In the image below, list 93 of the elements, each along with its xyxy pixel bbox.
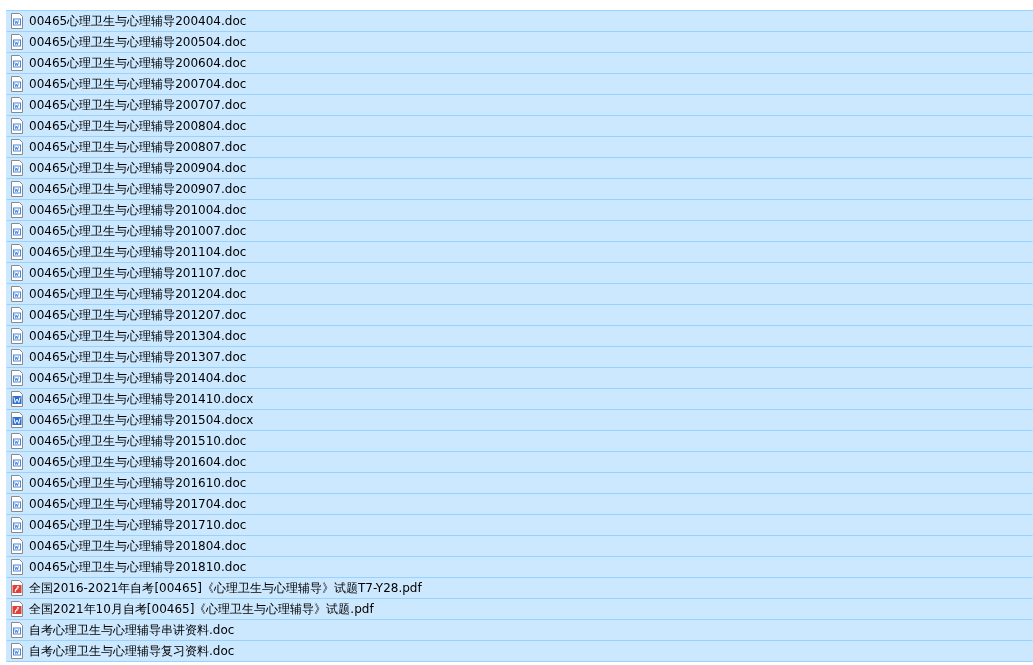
document-icon <box>11 286 23 302</box>
file-row[interactable]: 自考心理卫生与心理辅导串讲资料.doc <box>6 620 1033 641</box>
document-icon <box>11 370 23 386</box>
document-icon <box>11 265 23 281</box>
file-row[interactable]: 00465心理卫生与心理辅导201604.doc <box>6 452 1033 473</box>
document-icon <box>11 307 23 323</box>
file-name: 00465心理卫生与心理辅导201104.doc <box>29 243 247 261</box>
file-name: 00465心理卫生与心理辅导201304.doc <box>29 327 247 345</box>
file-row[interactable]: 00465心理卫生与心理辅导200504.doc <box>6 32 1033 53</box>
file-row[interactable]: 00465心理卫生与心理辅导200904.doc <box>6 158 1033 179</box>
file-row[interactable]: 00465心理卫生与心理辅导200807.doc <box>6 137 1033 158</box>
file-name: 00465心理卫生与心理辅导200604.doc <box>29 54 247 72</box>
file-row[interactable]: 00465心理卫生与心理辅导200907.doc <box>6 179 1033 200</box>
file-name: 00465心理卫生与心理辅导201504.docx <box>29 411 254 429</box>
file-row[interactable]: 00465心理卫生与心理辅导200804.doc <box>6 116 1033 137</box>
document-icon <box>11 202 23 218</box>
file-name: 00465心理卫生与心理辅导201204.doc <box>29 285 247 303</box>
file-name: 00465心理卫生与心理辅导200704.doc <box>29 75 247 93</box>
file-name: 00465心理卫生与心理辅导200404.doc <box>29 12 247 30</box>
document-icon <box>11 160 23 176</box>
file-name: 00465心理卫生与心理辅导200807.doc <box>29 138 247 156</box>
file-name: 00465心理卫生与心理辅导201610.doc <box>29 474 247 492</box>
document-icon <box>11 517 23 533</box>
document-icon <box>11 118 23 134</box>
file-name: 00465心理卫生与心理辅导201107.doc <box>29 264 247 282</box>
file-row[interactable]: 00465心理卫生与心理辅导201610.doc <box>6 473 1033 494</box>
document-icon <box>11 181 23 197</box>
file-name: 全国2016-2021年自考[00465]《心理卫生与心理辅导》试题T7-Y28.pdf <box>29 579 422 597</box>
file-row[interactable]: 00465心理卫生与心理辅导201504.docx <box>6 410 1033 431</box>
document-icon <box>11 223 23 239</box>
document-icon <box>11 328 23 344</box>
file-row[interactable]: 00465心理卫生与心理辅导200404.doc <box>6 11 1033 32</box>
document-icon <box>11 433 23 449</box>
file-row[interactable]: 00465心理卫生与心理辅导201204.doc <box>6 284 1033 305</box>
file-name: 00465心理卫生与心理辅导201007.doc <box>29 222 247 240</box>
file-row[interactable]: 自考心理卫生与心理辅导复习资料.doc <box>6 641 1033 662</box>
file-row[interactable]: 00465心理卫生与心理辅导201007.doc <box>6 221 1033 242</box>
file-name: 00465心理卫生与心理辅导201510.doc <box>29 432 247 450</box>
file-name: 00465心理卫生与心理辅导201404.doc <box>29 369 247 387</box>
file-name: 00465心理卫生与心理辅导200504.doc <box>29 33 247 51</box>
file-row[interactable]: 00465心理卫生与心理辅导201710.doc <box>6 515 1033 536</box>
pdf-icon <box>11 580 23 596</box>
file-name: 00465心理卫生与心理辅导200804.doc <box>29 117 247 135</box>
file-row[interactable]: 00465心理卫生与心理辅导201804.doc <box>6 536 1033 557</box>
file-name: 自考心理卫生与心理辅导串讲资料.doc <box>29 621 235 639</box>
pdf-icon <box>11 601 23 617</box>
file-row[interactable]: 00465心理卫生与心理辅导201704.doc <box>6 494 1033 515</box>
document-icon <box>11 13 23 29</box>
document-icon <box>11 97 23 113</box>
file-name: 全国2021年10月自考[00465]《心理卫生与心理辅导》试题.pdf <box>29 600 374 618</box>
document-icon <box>11 454 23 470</box>
file-name: 00465心理卫生与心理辅导201410.docx <box>29 390 254 408</box>
document-icon <box>11 34 23 50</box>
document-icon <box>11 559 23 575</box>
file-row[interactable]: 00465心理卫生与心理辅导200704.doc <box>6 74 1033 95</box>
file-name: 00465心理卫生与心理辅导201710.doc <box>29 516 247 534</box>
file-name: 00465心理卫生与心理辅导201207.doc <box>29 306 247 324</box>
word-document-icon <box>11 412 23 428</box>
document-icon <box>11 139 23 155</box>
word-document-icon <box>11 391 23 407</box>
file-row[interactable]: 00465心理卫生与心理辅导200707.doc <box>6 95 1033 116</box>
file-row[interactable]: 00465心理卫生与心理辅导201107.doc <box>6 263 1033 284</box>
document-icon <box>11 76 23 92</box>
file-name: 00465心理卫生与心理辅导200907.doc <box>29 180 247 198</box>
document-icon <box>11 643 23 659</box>
file-name: 00465心理卫生与心理辅导201604.doc <box>29 453 247 471</box>
file-name: 00465心理卫生与心理辅导201804.doc <box>29 537 247 555</box>
file-row[interactable]: 00465心理卫生与心理辅导201410.docx <box>6 389 1033 410</box>
file-row[interactable]: 全国2021年10月自考[00465]《心理卫生与心理辅导》试题.pdf <box>6 599 1033 620</box>
file-row[interactable]: 00465心理卫生与心理辅导201304.doc <box>6 326 1033 347</box>
file-row[interactable]: 00465心理卫生与心理辅导201207.doc <box>6 305 1033 326</box>
file-name: 00465心理卫生与心理辅导201810.doc <box>29 558 247 576</box>
document-icon <box>11 55 23 71</box>
file-row[interactable]: 00465心理卫生与心理辅导201104.doc <box>6 242 1033 263</box>
file-name: 00465心理卫生与心理辅导200707.doc <box>29 96 247 114</box>
file-name: 自考心理卫生与心理辅导复习资料.doc <box>29 642 235 660</box>
file-row[interactable]: 00465心理卫生与心理辅导201810.doc <box>6 557 1033 578</box>
file-row[interactable]: 00465心理卫生与心理辅导201307.doc <box>6 347 1033 368</box>
file-row[interactable]: 00465心理卫生与心理辅导201004.doc <box>6 200 1033 221</box>
document-icon <box>11 622 23 638</box>
file-name: 00465心理卫生与心理辅导201004.doc <box>29 201 247 219</box>
file-name: 00465心理卫生与心理辅导201307.doc <box>29 348 247 366</box>
file-name: 00465心理卫生与心理辅导201704.doc <box>29 495 247 513</box>
document-icon <box>11 349 23 365</box>
file-row[interactable]: 00465心理卫生与心理辅导200604.doc <box>6 53 1033 74</box>
document-icon <box>11 244 23 260</box>
file-row[interactable]: 全国2016-2021年自考[00465]《心理卫生与心理辅导》试题T7-Y28.pdf <box>6 578 1033 599</box>
document-icon <box>11 475 23 491</box>
document-icon <box>11 496 23 512</box>
file-name: 00465心理卫生与心理辅导200904.doc <box>29 159 247 177</box>
document-icon <box>11 538 23 554</box>
file-row[interactable]: 00465心理卫生与心理辅导201510.doc <box>6 431 1033 452</box>
file-row[interactable]: 00465心理卫生与心理辅导201404.doc <box>6 368 1033 389</box>
